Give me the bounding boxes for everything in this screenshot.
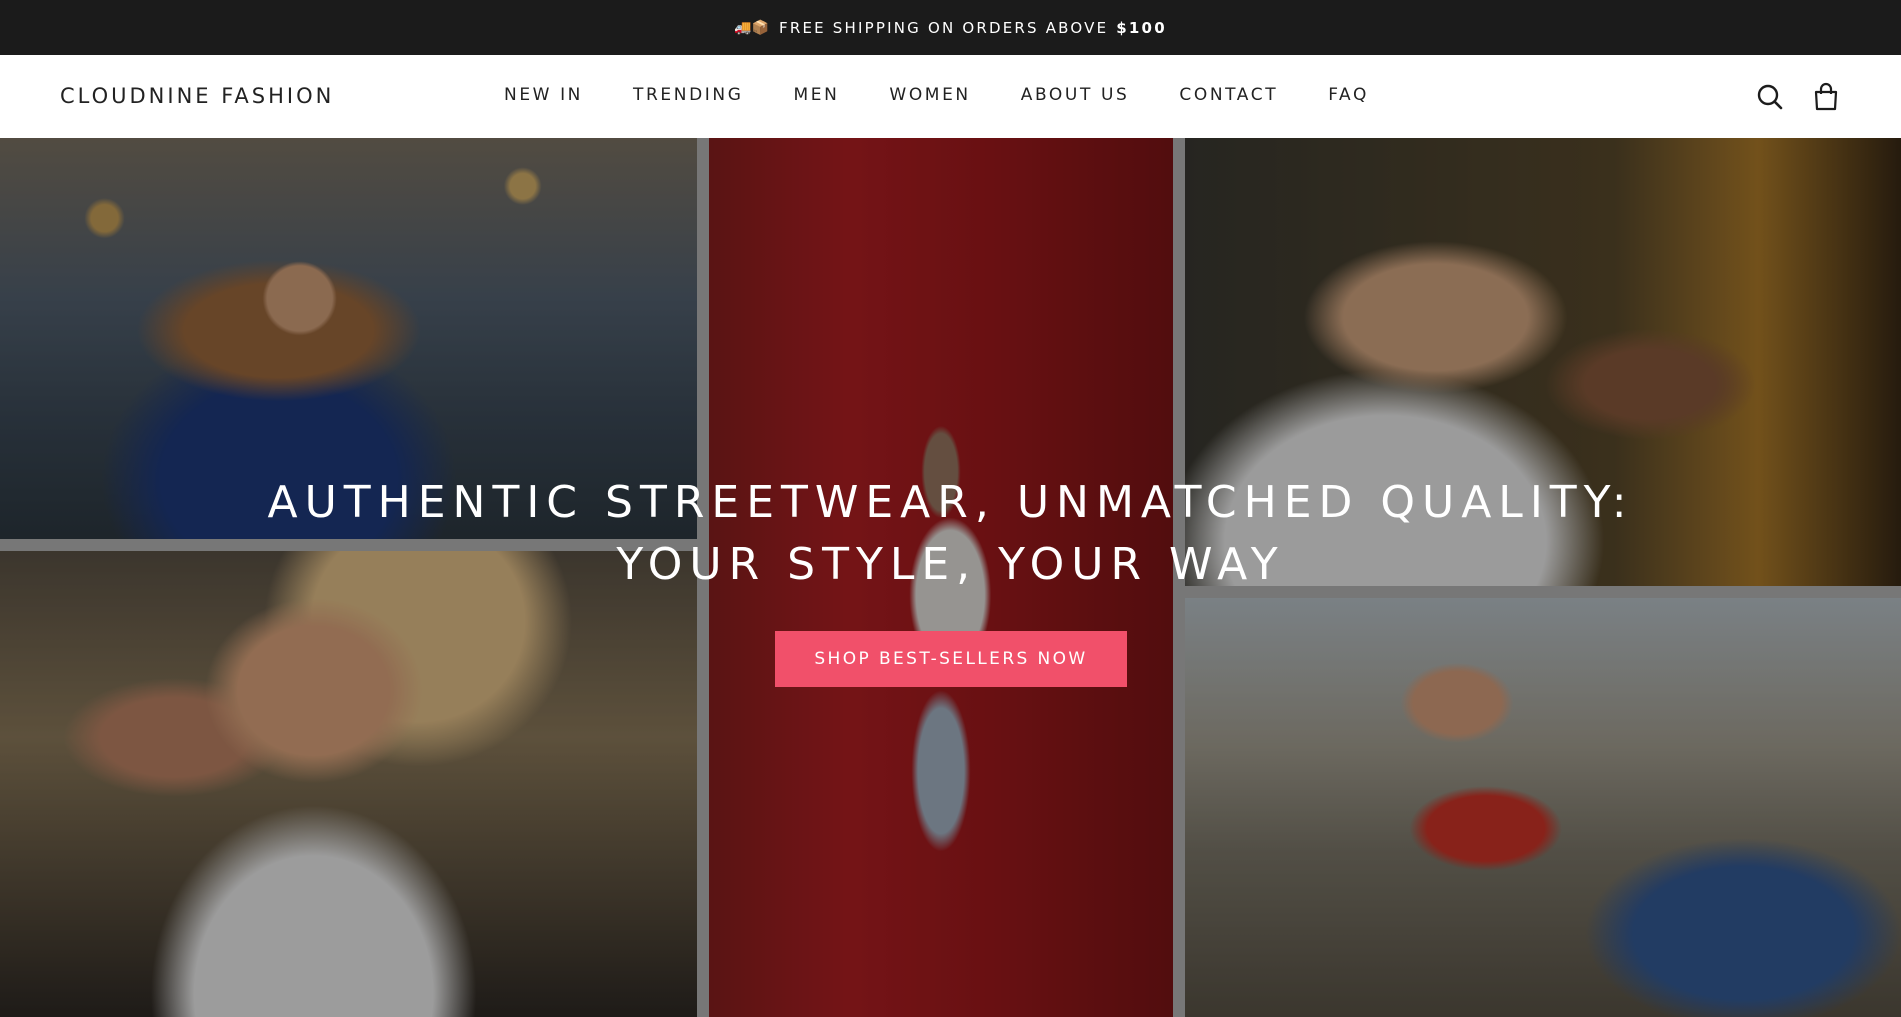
shipping-emoji-icon: 🚚📦 [734, 19, 770, 36]
nav-trending[interactable]: TRENDING [633, 85, 743, 105]
nav-men[interactable]: MEN [793, 85, 839, 105]
hero-headline-line-1: AUTHENTIC STREETWEAR, UNMATCHED QUALITY: [267, 477, 1634, 528]
site-header: CLOUDNINE FASHION NEW IN TRENDING MEN WO… [0, 55, 1901, 138]
nav-contact[interactable]: CONTACT [1179, 85, 1278, 105]
hero-image-couple [0, 551, 697, 1017]
announcement-text: FREE SHIPPING ON ORDERS ABOVE [779, 18, 1109, 37]
bag-icon[interactable] [1811, 82, 1841, 112]
site-logo[interactable]: CLOUDNINE FASHION [60, 84, 334, 108]
nav-new-in[interactable]: NEW IN [504, 85, 583, 105]
nav-women[interactable]: WOMEN [889, 85, 970, 105]
announcement-amount: $100 [1116, 18, 1167, 37]
nav-faq[interactable]: FAQ [1328, 85, 1369, 105]
hero-headline-line-2: YOUR STYLE, YOUR WAY [616, 539, 1285, 590]
nav-about-us[interactable]: ABOUT US [1021, 85, 1130, 105]
hero-headline: AUTHENTIC STREETWEAR, UNMATCHED QUALITY:… [0, 472, 1901, 596]
main-nav: NEW IN TRENDING MEN WOMEN ABOUT US CONTA… [504, 85, 1419, 105]
hero-banner: AUTHENTIC STREETWEAR, UNMATCHED QUALITY:… [0, 138, 1901, 1017]
hero-image-woman-pointing [1185, 598, 1901, 1017]
search-icon[interactable] [1755, 82, 1785, 112]
header-icons [1755, 82, 1841, 112]
announcement-bar: 🚚📦 FREE SHIPPING ON ORDERS ABOVE $100 [0, 0, 1901, 55]
shop-best-sellers-button[interactable]: SHOP BEST-SELLERS NOW [775, 631, 1127, 687]
